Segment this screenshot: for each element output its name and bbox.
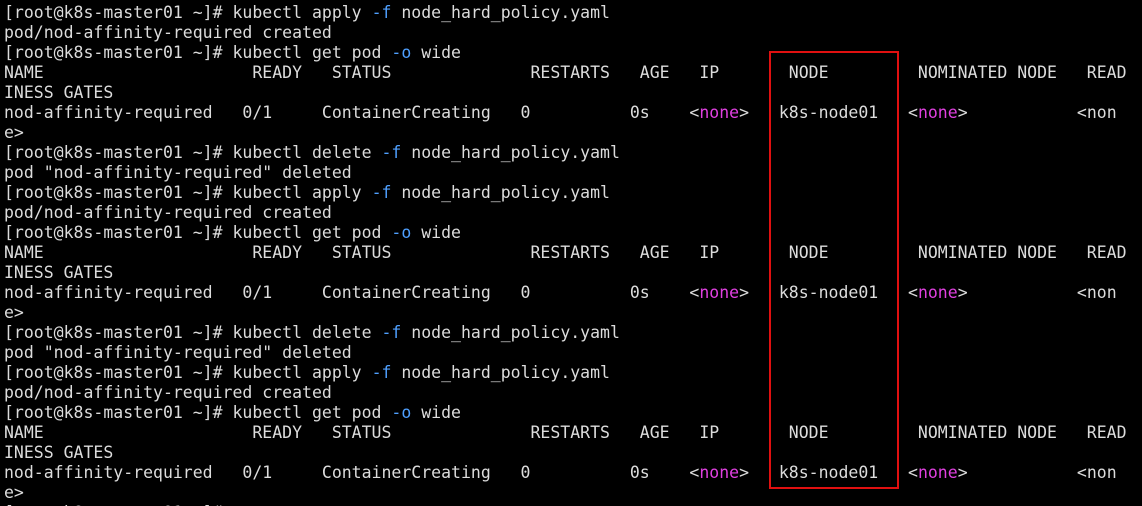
terminal-text: pod/nod-affinity-required created [4,203,332,222]
terminal-line: e> [4,303,1142,323]
command-flag: -f [371,363,392,382]
terminal-text: INESS GATES [4,263,114,282]
terminal-line: [root@k8s-master01 ~]# kubectl apply -f … [4,363,1142,383]
terminal-line: e> [4,123,1142,143]
terminal-line: pod/nod-affinity-required created [4,383,1142,403]
terminal-line: nod-affinity-required 0/1 ContainerCreat… [4,103,1142,123]
terminal-output[interactable]: [root@k8s-master01 ~]# kubectl apply -f … [4,3,1142,506]
terminal-text: INESS GATES [4,83,114,102]
terminal-line: [root@k8s-master01 ~]# kubectl delete -f… [4,143,1142,163]
terminal-line: [root@k8s-master01 ~]# kubectl apply -f … [4,183,1142,203]
terminal-line: [root@k8s-master01 ~]# kubectl get pod -… [4,403,1142,423]
terminal-text: [root@k8s-master01 ~]# kubectl apply [4,183,372,202]
terminal-text: wide [411,403,461,422]
terminal-text: wide [411,223,461,242]
command-flag: -o [391,43,412,62]
terminal-text: e> [4,303,24,322]
command-flag: -f [381,143,402,162]
none-value: none [699,103,740,122]
terminal-text: node_hard_policy.yaml [391,183,610,202]
terminal-text: nod-affinity-required 0/1 ContainerCreat… [4,103,700,122]
terminal-line: INESS GATES [4,263,1142,283]
none-value: none [699,283,740,302]
terminal-line: [root@k8s-master01 ~]# kubectl get pod -… [4,223,1142,243]
terminal-text: nod-affinity-required 0/1 ContainerCreat… [4,463,700,482]
terminal-text: e> [4,123,24,142]
terminal-text: [root@k8s-master01 ~]# kubectl get pod [4,43,392,62]
terminal-line: e> [4,483,1142,503]
terminal-text: node_hard_policy.yaml [401,143,620,162]
terminal-line: pod "nod-affinity-required" deleted [4,163,1142,183]
none-value: none [699,463,740,482]
terminal-text: node_hard_policy.yaml [391,363,610,382]
terminal-text: > k8s-node01 < [739,463,918,482]
terminal-text: node_hard_policy.yaml [401,323,620,342]
terminal-line: [root@k8s-master01 ~]# kubectl delete -f… [4,323,1142,343]
terminal-text: NAME READY STATUS RESTARTS AGE IP NODE N… [4,243,1127,262]
terminal-text: > k8s-node01 < [739,103,918,122]
terminal-line: pod/nod-affinity-required created [4,23,1142,43]
none-value: none [917,283,958,302]
terminal-text: pod "nod-affinity-required" deleted [4,343,352,362]
terminal-line: INESS GATES [4,443,1142,463]
command-flag: -f [381,323,402,342]
command-flag: -f [371,3,392,22]
command-flag: -f [371,183,392,202]
terminal-text: wide [411,43,461,62]
command-flag: -o [391,403,412,422]
terminal-text: [root@k8s-master01 ~]# kubectl apply [4,3,372,22]
command-flag: -o [391,223,412,242]
terminal-text: > <non [957,103,1117,122]
terminal-text: [root@k8s-master01 ~]# kubectl delete [4,323,382,342]
terminal-text: [root@k8s-master01 ~]# kubectl apply [4,363,372,382]
terminal-text: nod-affinity-required 0/1 ContainerCreat… [4,283,700,302]
terminal-line: NAME READY STATUS RESTARTS AGE IP NODE N… [4,243,1142,263]
terminal-line: NAME READY STATUS RESTARTS AGE IP NODE N… [4,63,1142,83]
terminal-line: pod/nod-affinity-required created [4,203,1142,223]
terminal-text: NAME READY STATUS RESTARTS AGE IP NODE N… [4,63,1127,82]
terminal-text: [root@k8s-master01 ~]# kubectl get pod [4,403,392,422]
terminal-line: [root@k8s-master01 ~]# kubectl get pod -… [4,43,1142,63]
terminal-text: NAME READY STATUS RESTARTS AGE IP NODE N… [4,423,1127,442]
terminal-text: e> [4,483,24,502]
terminal-line: nod-affinity-required 0/1 ContainerCreat… [4,463,1142,483]
terminal-text: [root@k8s-master01 ~]# kubectl get pod [4,223,392,242]
terminal-line: [root@k8s-master01 ~]# kubectl apply -f … [4,3,1142,23]
terminal-line: INESS GATES [4,83,1142,103]
terminal-text: pod "nod-affinity-required" deleted [4,163,352,182]
terminal-text: > k8s-node01 < [739,283,918,302]
terminal-text: pod/nod-affinity-required created [4,383,332,402]
terminal-line: pod "nod-affinity-required" deleted [4,343,1142,363]
terminal-line: nod-affinity-required 0/1 ContainerCreat… [4,283,1142,303]
terminal-text: [root@k8s-master01 ~]# kubectl delete [4,143,382,162]
terminal-text: node_hard_policy.yaml [391,3,610,22]
terminal-text: > <non [957,463,1117,482]
terminal-text: INESS GATES [4,443,114,462]
terminal-line: NAME READY STATUS RESTARTS AGE IP NODE N… [4,423,1142,443]
terminal-text: pod/nod-affinity-required created [4,23,332,42]
none-value: none [917,103,958,122]
none-value: none [917,463,958,482]
terminal-text: > <non [957,283,1117,302]
